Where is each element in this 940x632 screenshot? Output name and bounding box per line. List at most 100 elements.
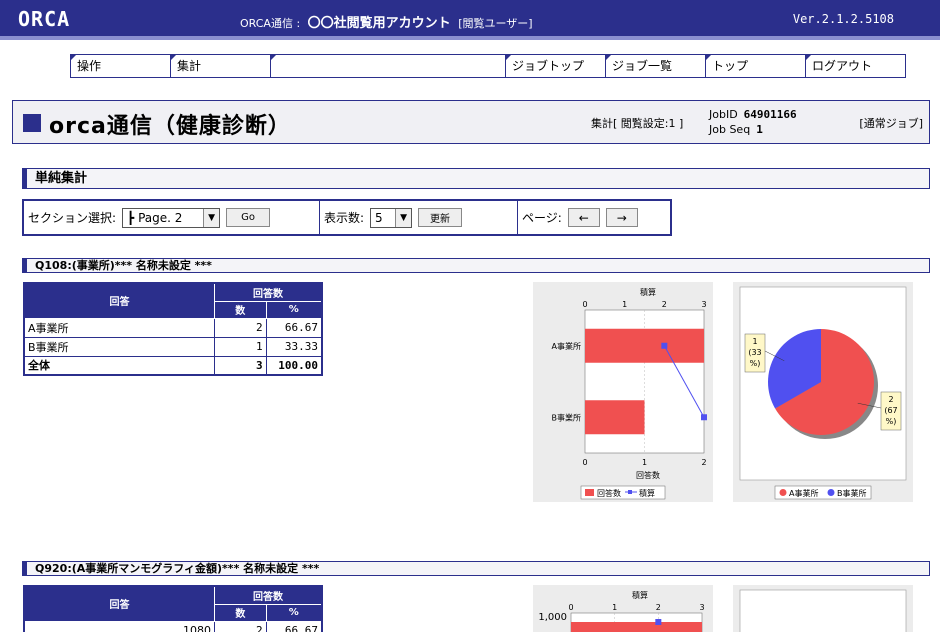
job-seq: 1 <box>756 123 763 136</box>
x-tick-label: 1 <box>642 458 647 467</box>
aggregation-setting: 集計[ 閲覧設定:1 ] <box>591 117 684 130</box>
count-select[interactable]: 5 ▼ <box>370 207 413 228</box>
bar-0 <box>571 622 702 632</box>
pie-legend: A事業所 B事業所 <box>774 485 872 500</box>
bar-1 <box>585 400 645 435</box>
top-tick-label: 3 <box>699 603 704 612</box>
top-tick-label: 3 <box>701 300 706 309</box>
bar-0 <box>585 328 704 363</box>
menu-item-job-top[interactable]: ジョブトップ <box>506 55 606 77</box>
table-row: B事業所 1 33.33 <box>23 336 323 357</box>
table-row-total: 全体 3 100.00 <box>23 355 323 376</box>
header-answer: 回答 <box>23 585 215 622</box>
menu-item-logout[interactable]: ログアウト <box>806 55 905 77</box>
top-tick-label: 2 <box>662 300 667 309</box>
bar-legend: 回答数 積算 <box>580 485 666 500</box>
row-pct: 100.00 <box>265 355 323 376</box>
menu-item-top[interactable]: トップ <box>706 55 806 77</box>
legend-dot-b <box>827 489 835 496</box>
q108-pie-chart: A事業所 B事業所 2 (67%) 1 (33%) <box>733 282 913 502</box>
section-header: 単純集計 <box>22 168 930 189</box>
menu-spacer <box>271 55 506 77</box>
top-tick-label: 1 <box>612 603 617 612</box>
job-seq-label: Job Seq <box>709 123 751 136</box>
section-select-label: セクション選択: <box>28 211 117 225</box>
top-axis-label: 積算 <box>632 590 648 600</box>
q920-data-table: 回答 回答数 数 % 1080 2 66.67 <box>23 585 323 632</box>
legend-swatch-count <box>585 489 594 496</box>
question-header-q920: Q920:(A事業所マンモグラフィ金額)*** 名称未設定 *** <box>22 561 930 576</box>
slice-label-text: %) <box>750 359 761 368</box>
table-row: 1080 2 66.67 <box>23 620 323 632</box>
top-tick-label: 2 <box>656 603 661 612</box>
user-role: [閲覧ユーザー] <box>458 17 533 30</box>
control-panel: セクション選択: ┣ Page. 2 ▼ Go 表示数: 5 ▼ 更新 ページ:… <box>22 199 672 236</box>
row-label: 1080 <box>23 620 215 632</box>
top-tick-label: 0 <box>568 603 573 612</box>
slice-label-text: 2 <box>888 395 893 404</box>
count-select-value: 5 <box>375 210 383 225</box>
q108-data-table: 回答 回答数 数 % A事業所 2 66.67 B事業所 1 33.33 全体 … <box>23 282 323 376</box>
table-row: A事業所 2 66.67 <box>23 317 323 338</box>
prev-page-button[interactable]: ← <box>567 208 600 227</box>
row-pct: 66.67 <box>265 620 323 632</box>
menu-item-job-list[interactable]: ジョブ一覧 <box>606 55 706 77</box>
version-label: Ver.2.1.2.5108 <box>792 12 894 26</box>
legend-label-a: A事業所 <box>789 488 818 498</box>
slice-label-text: %) <box>886 417 897 426</box>
job-info: JobID 64901166 Job Seq 1 <box>709 107 797 137</box>
chevron-down-icon: ▼ <box>203 208 220 227</box>
category-label: B事業所 <box>552 412 582 422</box>
page-nav-group: ページ: ← → <box>518 201 670 234</box>
count-select-group: 表示数: 5 ▼ 更新 <box>320 201 518 234</box>
row-count: 3 <box>213 355 267 376</box>
top-tick-label: 0 <box>582 300 587 309</box>
legend-label-b: B事業所 <box>837 488 867 498</box>
slice-label-text: (33 <box>748 348 761 357</box>
header-count-group: 回答数 <box>213 282 323 302</box>
job-type: [通常ジョブ] <box>859 117 923 130</box>
account-info: ORCA通信 : 〇〇社閲覧用アカウント [閲覧ユーザー] <box>240 12 533 31</box>
next-page-button[interactable]: → <box>605 208 638 227</box>
row-pct: 33.33 <box>265 336 323 357</box>
category-label: 1,000 <box>538 612 567 623</box>
row-label: B事業所 <box>23 336 215 357</box>
legend-label-cumulative: 積算 <box>639 488 655 498</box>
title-square-icon <box>23 114 41 132</box>
legend-label-count: 回答数 <box>597 488 621 498</box>
q108-pie-chart-svg: A事業所 B事業所 2 (67%) 1 (33%) <box>739 286 907 500</box>
q920-bar-chart-svg: 積算 0 1 2 3 1,000 <box>538 590 705 632</box>
top-tick-label: 1 <box>622 300 627 309</box>
header-pct: % <box>265 603 323 622</box>
slice-label-text: (67 <box>884 406 897 415</box>
update-button[interactable]: 更新 <box>418 208 463 227</box>
page-title: orca通信（健康診断） <box>49 114 291 139</box>
job-id: 64901166 <box>743 108 797 121</box>
legend-dot-a <box>779 489 787 496</box>
row-count: 2 <box>214 620 267 632</box>
q920-pie-chart <box>733 585 913 632</box>
page-label: ページ: <box>522 211 562 225</box>
section-select-value: ┣ Page. 2 <box>127 210 183 225</box>
question-header-q108: Q108:(事業所)*** 名称未設定 *** <box>22 258 930 273</box>
menu-item-operation[interactable]: 操作 <box>71 55 171 77</box>
service-label: ORCA通信 : <box>240 17 301 30</box>
section-select[interactable]: ┣ Page. 2 ▼ <box>122 207 221 228</box>
cumulative-point-1 <box>701 414 707 421</box>
row-count: 1 <box>213 336 267 357</box>
job-title-box: orca通信（健康診断） 集計[ 閲覧設定:1 ] JobID 64901166 … <box>12 100 930 144</box>
header-count-group: 回答数 <box>214 585 323 605</box>
header-pct: % <box>265 300 323 319</box>
go-button[interactable]: Go <box>226 208 271 227</box>
x-tick-label: 2 <box>701 458 706 467</box>
count-select-label: 表示数: <box>324 211 365 225</box>
legend-marker-cumulative <box>628 490 632 494</box>
menu-item-aggregation[interactable]: 集計 <box>171 55 271 77</box>
cumulative-point-0 <box>655 619 662 625</box>
top-header: ORCA ORCA通信 : 〇〇社閲覧用アカウント [閲覧ユーザー] Ver.2… <box>0 0 940 40</box>
row-label: 全体 <box>23 355 215 376</box>
q920-bar-chart: 積算 0 1 2 3 1,000 <box>533 585 713 632</box>
header-count: 数 <box>213 300 267 319</box>
cumulative-point-0 <box>661 342 668 349</box>
orca-logo[interactable]: ORCA <box>18 7 70 31</box>
